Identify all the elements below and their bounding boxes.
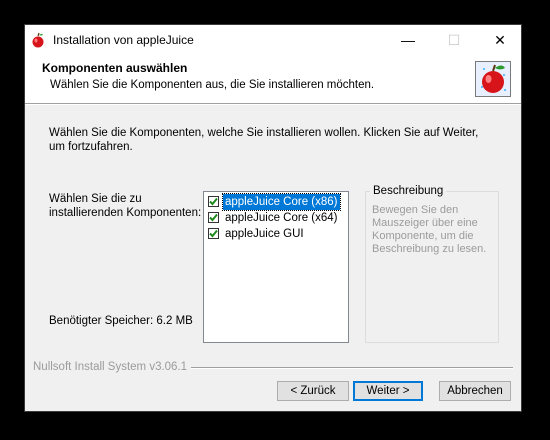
space-required: Benötigter Speicher: 6.2 MB (49, 315, 193, 327)
component-label: appleJuice GUI (225, 228, 304, 240)
component-label: appleJuice Core (x64) (225, 212, 338, 224)
maximize-button[interactable]: ☐ (431, 25, 477, 55)
checkbox-core-x64[interactable] (208, 211, 219, 223)
components-label: Wählen Sie die zu installierenden Kompon… (49, 193, 202, 219)
description-text: Bewegen Sie den Mauszeiger über eine Kom… (372, 204, 487, 255)
component-label: appleJuice Core (x86) (222, 193, 341, 211)
checkbox-gui[interactable] (208, 227, 219, 239)
apple-icon (30, 32, 46, 48)
description-group: Beschreibung Bewegen Sie den Mauszeiger … (365, 185, 499, 343)
installer-window: Installation von appleJuice — ☐ ✕ Kompon… (24, 24, 522, 412)
page-subtitle: Wählen Sie die Komponenten aus, die Sie … (50, 79, 375, 91)
checkbox-core-x86[interactable] (208, 195, 219, 207)
minimize-button[interactable]: — (385, 25, 431, 55)
window-title: Installation von appleJuice (53, 33, 194, 47)
component-item-core-x86[interactable]: appleJuice Core (x86) (208, 193, 341, 211)
footer-divider (183, 367, 513, 369)
header-divider (25, 103, 521, 105)
description-title: Beschreibung (370, 185, 447, 197)
page-header: Komponenten auswählen Wählen Sie die Kom… (25, 55, 521, 103)
nsis-branding: Nullsoft Install System v3.06.1 (33, 361, 192, 373)
component-item-core-x64[interactable]: appleJuice Core (x64) (208, 210, 340, 226)
title-bar: Installation von appleJuice — ☐ ✕ (25, 25, 521, 55)
cancel-button[interactable]: Abbrechen (439, 381, 511, 401)
back-button[interactable]: < Zurück (277, 381, 349, 401)
page-title: Komponenten auswählen (42, 61, 188, 75)
checkmark-icon (209, 197, 218, 205)
checkmark-icon (209, 213, 218, 221)
next-button[interactable]: Weiter > (353, 381, 423, 401)
checkmark-icon (209, 229, 218, 237)
intro-text: Wählen Sie die Komponenten, welche Sie i… (49, 127, 479, 153)
close-button[interactable]: ✕ (477, 25, 523, 55)
components-tree[interactable]: appleJuice Core (x86) appleJuice Core (x… (203, 191, 349, 343)
component-item-gui[interactable]: appleJuice GUI (208, 226, 306, 242)
apple-logo-icon (475, 61, 511, 97)
